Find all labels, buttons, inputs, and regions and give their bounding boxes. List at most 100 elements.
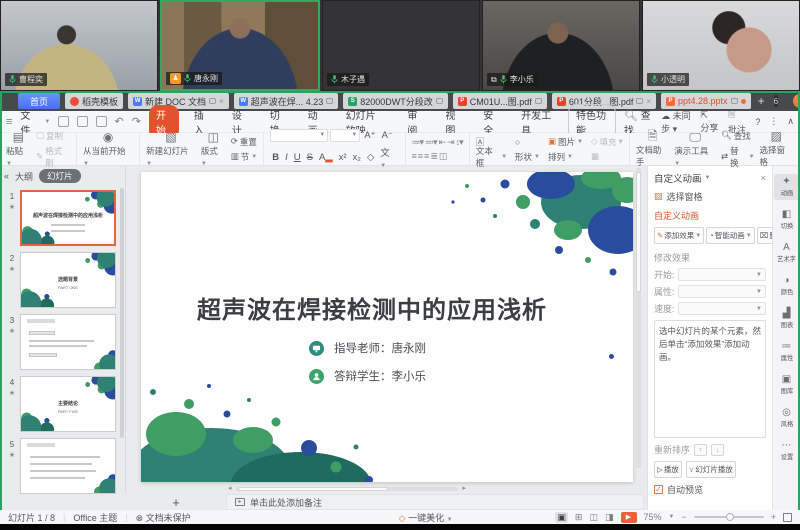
move-up-icon[interactable]: ↑ [694,444,707,456]
reset-button[interactable]: ⟳ 重置 [231,136,258,148]
number-list-icon[interactable]: ≕▾ [425,137,437,148]
indent-increase-icon[interactable]: ⇥ [447,137,454,148]
add-effect-button[interactable]: ✎添加效果▼ [654,227,704,244]
hamburger-icon[interactable]: ≡ [6,116,12,128]
comment-icon[interactable] [636,98,643,104]
find-button[interactable]: 🔍︎ 查找 [721,130,755,142]
shape-button[interactable]: 形状 ▼ [515,150,540,164]
indent-decrease-icon[interactable]: ⇤ [439,137,446,148]
vertical-scrollbar[interactable] [636,168,641,468]
protection-status[interactable]: ⊗ 文档未保护 [136,511,191,524]
select-pane-button[interactable]: ▨ 选择窗格 [760,133,793,165]
rail-transition[interactable]: ◧切换 [774,207,800,233]
align-left-icon[interactable]: ≡ [412,151,416,161]
slide-canvas[interactable]: 超声波在焊接检测中的应用浅析 指导老师：唐永刚 答辩学生：李小乐 [141,172,633,482]
rail-gallery[interactable]: ▣图库 [774,372,800,398]
chevron-down-icon[interactable]: ▼ [705,175,711,181]
frame-icon[interactable]: ▦ [591,150,623,164]
redo-icon[interactable]: ↷ [132,115,141,128]
theme-name[interactable]: Office 主题 [73,511,117,524]
subscript-icon[interactable]: x₂ [351,152,363,163]
add-slide-button[interactable]: + [172,495,180,510]
copy-button[interactable]: ▢ 复制 [36,130,70,142]
property-select[interactable]: ▼ [678,285,766,298]
arrange-button[interactable]: 排列 ▼ [548,150,583,164]
line-spacing-icon[interactable]: ↕▾ [456,137,463,148]
rail-settings[interactable]: ⋯设置 [774,438,800,464]
close-panel-icon[interactable]: × [760,173,766,184]
help-icon[interactable]: ? [755,117,760,127]
italic-button[interactable]: I [283,152,290,163]
columns-icon[interactable]: ◫ [439,151,447,162]
rail-animation[interactable]: ✦动画 [774,174,800,200]
rail-properties[interactable]: ≔属性 [774,339,800,365]
zoom-slider-knob[interactable] [726,513,734,521]
beautify-button[interactable]: ◇ 一键美化 ▼ [399,511,453,524]
section-button[interactable]: ▥ 节 ▼ [231,151,258,163]
replace-button[interactable]: ⇄ 替换 ▼ [721,145,755,169]
slide-thumbnail-5[interactable] [20,438,116,494]
close-tab-icon[interactable]: × [646,97,651,106]
slide-sorter-icon[interactable]: ⊞ [575,512,583,523]
scroll-right-icon[interactable]: ▸ [462,484,466,492]
play-button[interactable]: ▷播放 [654,461,682,478]
play-from-current-button[interactable]: ◉ 从当前开始 ▼ [83,133,133,165]
textbox-button[interactable]: 文本框 ▼ [476,150,507,164]
collapse-panel-icon[interactable]: « [4,171,9,181]
speed-select[interactable]: ▼ [678,302,766,315]
slideshow-play-icon[interactable]: ▶ [621,512,637,523]
underline-button[interactable]: U [292,152,303,163]
collapse-ribbon-icon[interactable]: ∧ [787,116,794,127]
fill-button[interactable]: ◇ 填充 ▾ [591,135,623,149]
decrease-font-icon[interactable]: A⁻ [380,130,395,141]
comment-icon[interactable] [326,98,333,104]
rail-chart[interactable]: ▟图表 [774,306,800,332]
video-tile[interactable]: 木子遇 [322,0,480,91]
scroll-left-icon[interactable]: ◂ [228,484,232,492]
slide-thumbnail-2[interactable]: 选题背景 PART ONE [20,252,116,308]
move-down-icon[interactable]: ↓ [711,444,724,456]
panel-scrollbar[interactable] [120,188,124,438]
undo-icon[interactable]: ↶ [115,115,124,128]
zoom-out-icon[interactable]: − [681,512,686,522]
smart-animation-button[interactable]: ◔智能动画▼ [706,227,754,244]
rail-wordart[interactable]: A艺术字 [774,240,800,266]
apps-grid-icon[interactable]: 6 [774,95,778,107]
start-select[interactable]: ▼ [678,268,766,281]
present-tools-button[interactable]: 🖵 演示工具 ▼ [674,133,716,165]
comment-icon[interactable] [209,98,216,104]
outline-tab[interactable]: 大纲 [15,170,33,183]
slides-tab[interactable]: 幻灯片 [39,169,81,183]
print-preview-icon[interactable] [96,116,107,127]
sync-status[interactable]: ☁ 未同步 ▾ [661,109,691,135]
bold-button[interactable]: B [270,152,281,163]
align-center-icon[interactable]: ≡ [418,151,422,161]
more-icon[interactable]: ⋮ [769,116,778,127]
normal-view-icon[interactable]: ▣ [555,512,568,523]
picture-button[interactable]: ▣ 图片 ▼ [548,135,583,149]
zoom-level[interactable]: 75% [644,512,662,522]
strikethrough-button[interactable]: S [305,152,315,163]
slide-thumbnail-4[interactable]: 主要结论 PART FIVE [20,376,116,432]
notes-view-icon[interactable]: ◨ [605,512,614,523]
align-right-icon[interactable]: ≡ [424,151,428,161]
guest-login-button[interactable]: 访客登录 ♟ [793,94,800,108]
paste-button[interactable]: ▤ 粘贴 ▼ [6,133,31,165]
select-pane-link[interactable]: ▨ 选择窗格 [654,190,766,203]
video-tile-speaking[interactable]: ♟ 唐永刚 [160,0,320,91]
checkbox-checked-icon[interactable]: ✓ [654,485,663,494]
rail-color[interactable]: ◑颜色 [774,273,800,299]
auto-preview-row[interactable]: ✓ 自动预览 [654,483,766,496]
increase-font-icon[interactable]: A⁺ [362,130,377,141]
slideshow-play-button[interactable]: ⋎幻灯片播放 [686,461,736,478]
doc-assistant-button[interactable]: 🗎 文档助手 [636,133,669,165]
font-size-select[interactable]: ▼ [330,129,360,142]
share-button[interactable]: ⇱ 分享 [700,110,719,134]
custom-animation-link[interactable]: 自定义动画 [654,209,766,222]
notes-bar[interactable]: ▸ 单击此处添加备注 [226,494,644,510]
bullet-list-icon[interactable]: ≔▾ [412,137,424,148]
shape-tool-icon[interactable]: ○ [515,135,540,149]
video-tile[interactable]: ⧉ 李小乐 [482,0,640,91]
save-icon[interactable] [58,116,69,127]
animation-list-box[interactable]: 选中幻灯片的某个元素，然后单击“添加效果”添加动画。 [654,320,766,438]
